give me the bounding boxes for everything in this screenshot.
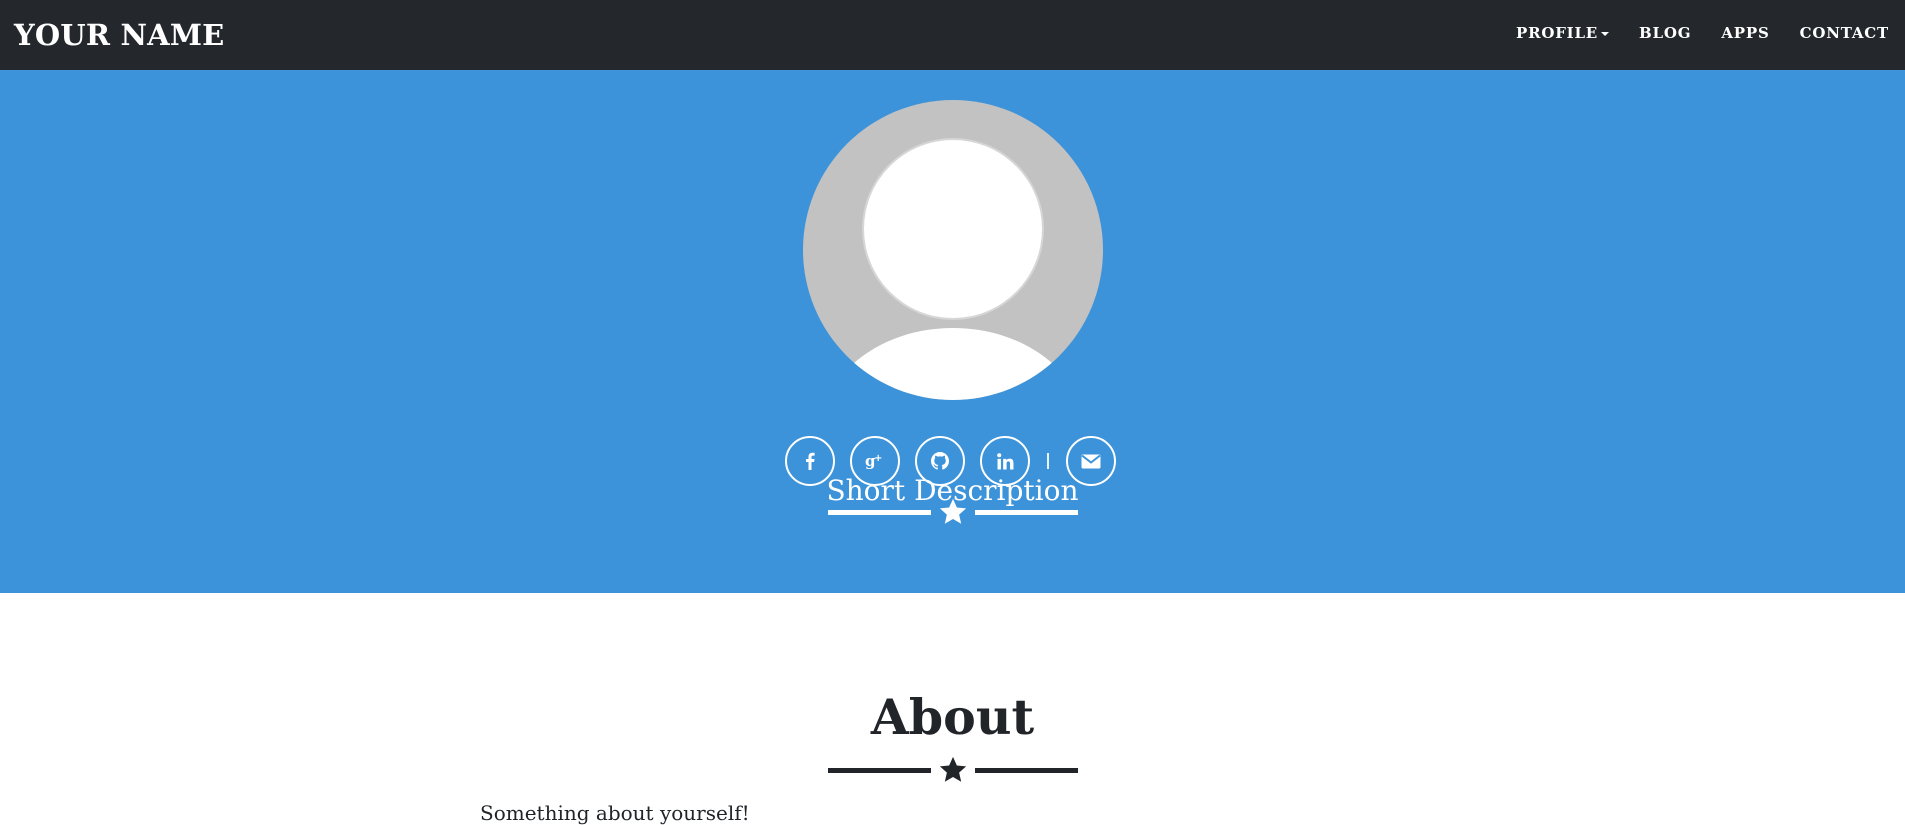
nav-item-profile-label: PROFILE bbox=[1515, 24, 1599, 42]
star-divider-dark bbox=[828, 755, 1078, 785]
facebook-icon bbox=[806, 452, 815, 470]
divider-line-left bbox=[828, 510, 931, 515]
profile-avatar bbox=[803, 100, 1103, 400]
divider-line-left bbox=[828, 768, 931, 773]
nav-item-blog-label: BLOG bbox=[1639, 24, 1692, 42]
avatar-body-shape bbox=[823, 328, 1083, 400]
envelope-icon bbox=[1081, 454, 1101, 468]
divider-line-right bbox=[975, 510, 1078, 515]
about-text: Something about yourself! bbox=[480, 801, 750, 825]
divider-line-right bbox=[975, 768, 1078, 773]
nav-item-apps-label: APPS bbox=[1721, 24, 1770, 42]
nav-item-profile[interactable]: PROFILE bbox=[1515, 24, 1610, 42]
top-navbar: YOUR NAME PROFILE BLOG APPS CONTACT bbox=[0, 0, 1905, 70]
brand-logo-link[interactable]: YOUR NAME bbox=[14, 18, 224, 52]
nav-menu: PROFILE BLOG APPS CONTACT bbox=[1486, 24, 1889, 42]
svg-text:+: + bbox=[874, 453, 882, 464]
linkedin-icon bbox=[996, 452, 1013, 469]
nav-item-contact[interactable]: CONTACT bbox=[1800, 24, 1889, 42]
github-icon bbox=[931, 452, 949, 470]
social-separator bbox=[1047, 453, 1049, 469]
hero-section: g + bbox=[0, 70, 1905, 593]
nav-item-apps[interactable]: APPS bbox=[1721, 24, 1769, 42]
short-description: Short Description bbox=[826, 474, 1079, 507]
caret-down-icon bbox=[1601, 32, 1610, 36]
star-icon bbox=[939, 756, 967, 782]
avatar-head-shape bbox=[864, 140, 1042, 318]
nav-item-blog[interactable]: BLOG bbox=[1639, 24, 1691, 42]
about-title: About bbox=[870, 688, 1035, 746]
google-plus-icon: g + bbox=[865, 452, 882, 470]
nav-item-contact-label: CONTACT bbox=[1799, 24, 1889, 42]
